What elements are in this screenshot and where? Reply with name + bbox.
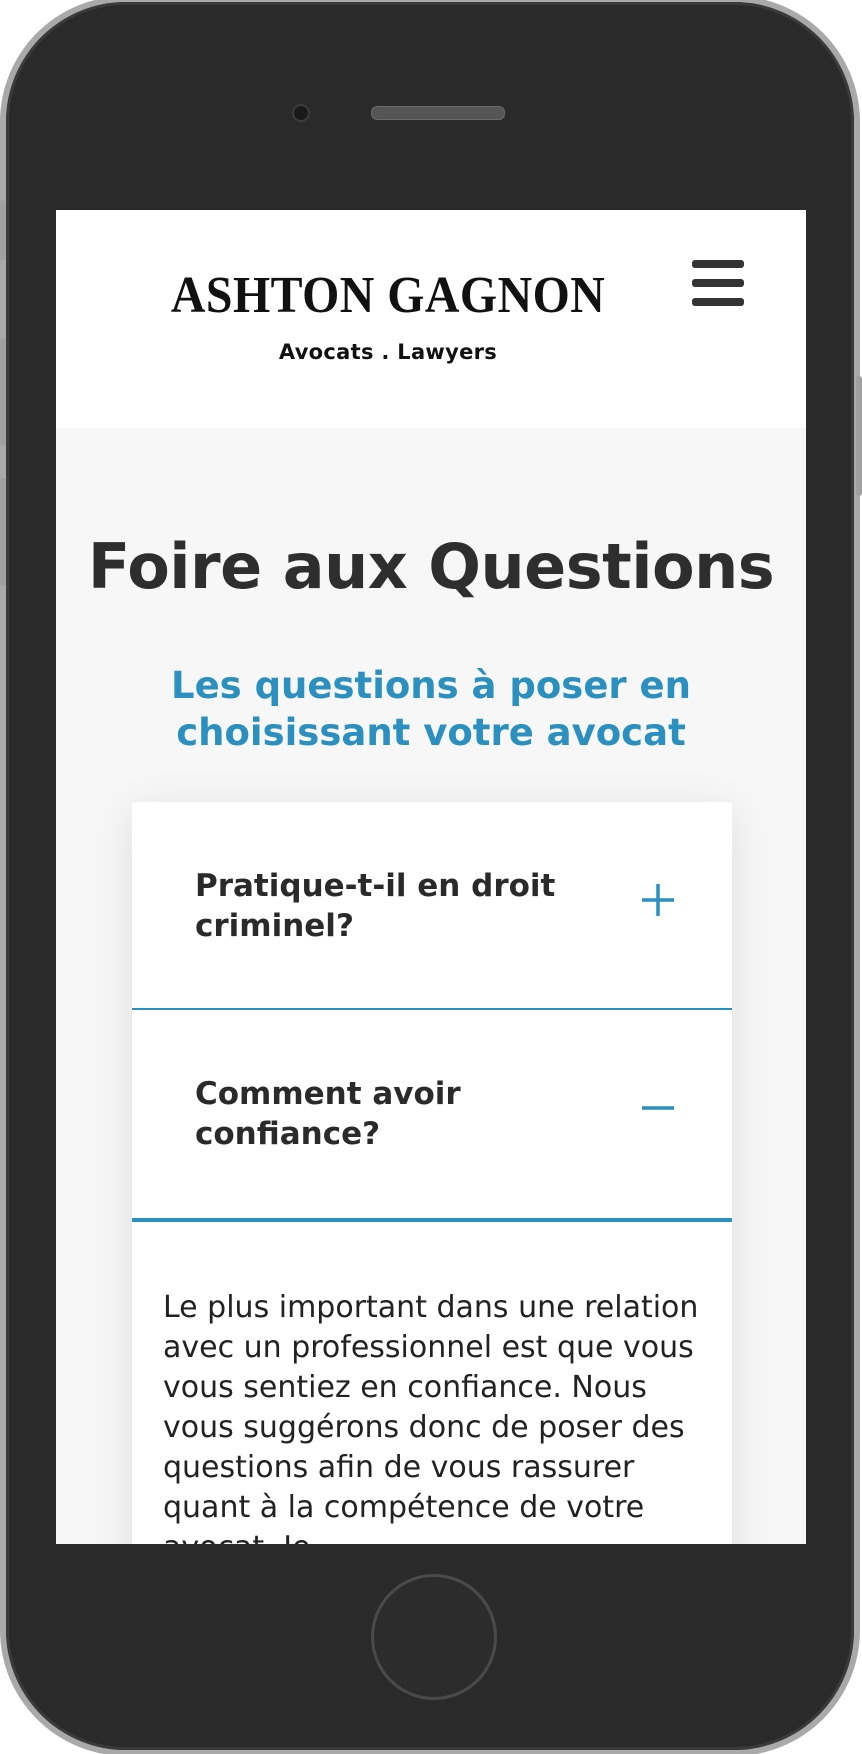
brand-logo[interactable]: ASHTON GAGNON Avocats . Lawyers [56, 267, 720, 365]
screen: ASHTON GAGNON Avocats . Lawyers Foire au… [56, 210, 806, 1544]
faq-accordion: Pratique-t-il en droit criminel? Comment… [132, 802, 732, 1544]
mute-switch [0, 200, 6, 260]
hamburger-bar [692, 260, 744, 268]
plus-icon[interactable] [640, 882, 676, 918]
minus-icon[interactable] [640, 1090, 676, 1126]
page-title: Foire aux Questions [87, 530, 775, 603]
page-subtitle: Les questions à poser en choisissant vot… [171, 664, 691, 754]
faq-item-trust[interactable]: Comment avoir confiance? [132, 1010, 732, 1222]
faq-question: Pratique-t-il en droit criminel? [195, 868, 556, 944]
power-button [856, 376, 862, 496]
hamburger-bar [692, 298, 744, 306]
hamburger-bar [692, 279, 744, 287]
earpiece-speaker [371, 106, 505, 120]
faq-question: Comment avoir confiance? [195, 1076, 461, 1152]
site-header: ASHTON GAGNON Avocats . Lawyers [56, 210, 806, 428]
brand-tagline: Avocats . Lawyers [278, 340, 498, 364]
volume-up-button [0, 338, 6, 446]
front-camera [292, 104, 310, 122]
faq-answer: Le plus important dans une relation avec… [163, 1290, 699, 1544]
volume-down-button [0, 478, 6, 586]
home-button[interactable] [371, 1574, 497, 1700]
faq-item-criminal-law[interactable]: Pratique-t-il en droit criminel? [132, 802, 732, 1010]
brand-name: ASHTON GAGNON [170, 267, 606, 324]
hamburger-menu-icon[interactable] [692, 260, 744, 306]
